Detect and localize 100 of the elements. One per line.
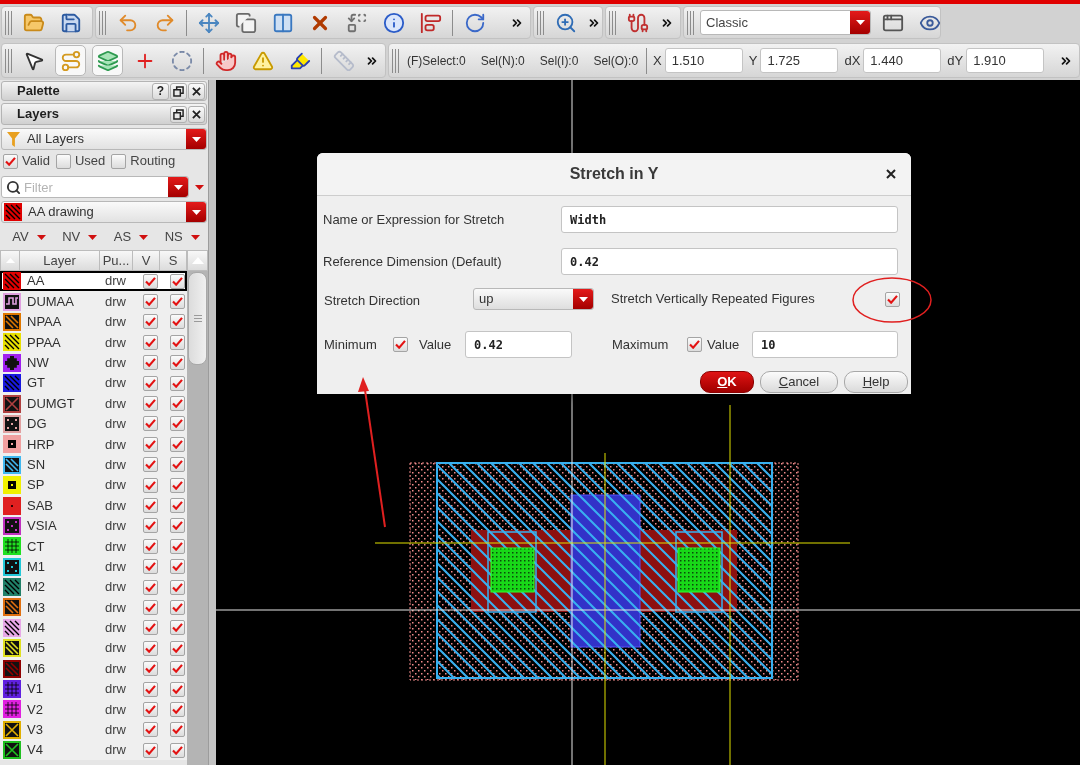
checkbox[interactable]	[55, 153, 71, 169]
layer-row[interactable]: CT drw	[0, 536, 187, 557]
float-button[interactable]	[170, 82, 187, 100]
layer-row[interactable]: GT drw	[0, 372, 187, 394]
layer-row[interactable]: M6 drw	[0, 658, 187, 679]
coordinate-field[interactable]: 1.440	[863, 48, 942, 73]
scrollbar[interactable]	[187, 250, 208, 765]
checkbox[interactable]	[170, 294, 185, 310]
checkbox[interactable]	[143, 640, 158, 656]
checkbox[interactable]	[143, 722, 158, 738]
layer-row[interactable]: NW drw	[0, 352, 187, 373]
checkbox[interactable]	[143, 396, 158, 412]
float-button[interactable]	[170, 105, 187, 123]
checkbox[interactable]	[143, 579, 158, 595]
checkbox[interactable]	[170, 396, 185, 412]
scrollbar-thumb[interactable]	[188, 272, 207, 365]
coordinate-field[interactable]: 1.510	[664, 48, 743, 73]
checkbox[interactable]	[143, 273, 158, 289]
checkbox[interactable]	[143, 457, 158, 473]
splitter-handle[interactable]	[208, 80, 216, 765]
layer-row[interactable]: HRP drw	[0, 434, 187, 455]
checkbox[interactable]	[143, 661, 158, 677]
column-header[interactable]: S	[160, 250, 187, 271]
checkbox[interactable]	[170, 477, 185, 493]
layer-row[interactable]: M1 drw	[0, 556, 187, 577]
text-field[interactable]: 0.42	[561, 248, 898, 275]
layer-row[interactable]: V1 drw	[0, 678, 187, 700]
layer-row[interactable]: V2 drw	[0, 699, 187, 720]
layer-row[interactable]: DUMGT drw	[0, 393, 187, 414]
layer-row[interactable]: VSIA drw	[0, 515, 187, 537]
workspace-dropdown[interactable]: Classic	[700, 10, 871, 35]
current-layer-dropdown[interactable]: AA drawing	[1, 201, 207, 223]
checkbox[interactable]	[143, 498, 158, 513]
layer-row[interactable]: SAB drw	[0, 495, 187, 516]
layer-toggle-button[interactable]: AV	[12, 227, 46, 247]
coordinate-field[interactable]: 1.910	[966, 48, 1045, 73]
layer-row[interactable]: DG drw	[0, 413, 187, 435]
checkbox[interactable]	[143, 416, 158, 432]
layer-row[interactable]: SN drw	[0, 454, 187, 475]
search-field[interactable]: Filter	[1, 176, 189, 198]
checkbox[interactable]	[170, 538, 185, 554]
checkbox[interactable]	[143, 742, 158, 758]
checkbox[interactable]	[170, 273, 185, 289]
checkbox[interactable]	[170, 579, 185, 595]
checkbox[interactable]	[170, 314, 185, 330]
checkbox[interactable]	[170, 701, 185, 717]
close-button[interactable]	[188, 105, 205, 123]
dialog-button[interactable]: Help	[844, 371, 908, 393]
layer-row[interactable]: M5 drw	[0, 638, 187, 659]
layer-row[interactable]: V3 drw	[0, 719, 187, 740]
checkbox[interactable]	[3, 153, 18, 169]
layer-row[interactable]: M3 drw	[0, 597, 187, 618]
layer-row[interactable]: DUMAA drw	[0, 291, 187, 312]
checkbox[interactable]	[170, 599, 185, 615]
checkbox[interactable]	[143, 518, 158, 534]
checkbox[interactable]	[170, 722, 185, 738]
checkbox[interactable]	[143, 681, 158, 697]
checkbox[interactable]	[170, 334, 185, 350]
checkbox[interactable]	[170, 436, 185, 452]
text-field[interactable]: 10	[752, 331, 898, 358]
text-field[interactable]: Width	[561, 206, 898, 233]
checkbox[interactable]	[143, 334, 158, 350]
checkbox[interactable]	[170, 355, 185, 371]
checkbox[interactable]	[143, 477, 158, 493]
checkbox[interactable]	[143, 559, 158, 575]
checkbox[interactable]	[170, 559, 185, 575]
direction-dropdown[interactable]: up	[473, 288, 594, 310]
layer-row[interactable]: NPAA drw	[0, 311, 187, 333]
layers-button[interactable]	[92, 45, 123, 76]
layer-row[interactable]: M4 drw	[0, 617, 187, 639]
layer-toggle-button[interactable]: NV	[62, 227, 98, 247]
checkbox[interactable]	[143, 314, 158, 330]
checkbox[interactable]	[143, 355, 158, 371]
checkbox[interactable]	[170, 416, 185, 432]
checkbox[interactable]	[170, 518, 185, 534]
layer-row[interactable]: SP drw	[0, 474, 187, 496]
close-button[interactable]	[188, 82, 205, 100]
checkbox[interactable]	[885, 291, 900, 307]
dialog-button[interactable]: OK	[700, 371, 754, 393]
layer-row[interactable]: M2 drw	[0, 576, 187, 598]
checkbox[interactable]	[170, 742, 185, 758]
checkbox[interactable]	[687, 337, 702, 352]
checkbox[interactable]	[143, 620, 158, 636]
checkbox[interactable]	[170, 457, 185, 473]
filter-menu-button[interactable]	[194, 182, 204, 192]
coordinate-field[interactable]: 1.725	[760, 48, 839, 73]
layer-row[interactable]: PPAA drw	[0, 332, 187, 353]
checkbox[interactable]	[393, 337, 408, 352]
layer-toggle-button[interactable]: AS	[113, 227, 149, 247]
dialog-button[interactable]: Cancel	[760, 371, 838, 393]
column-header[interactable]: Layer	[20, 250, 100, 271]
close-button[interactable]	[885, 168, 897, 180]
checkbox[interactable]	[170, 640, 185, 656]
text-field[interactable]: 0.42	[465, 331, 572, 358]
help-button[interactable]: ?	[152, 82, 169, 100]
checkbox[interactable]	[143, 701, 158, 717]
layer-row[interactable]: V4 drw	[0, 740, 187, 761]
checkbox[interactable]	[143, 538, 158, 554]
checkbox[interactable]	[143, 294, 158, 310]
checkbox[interactable]	[143, 599, 158, 615]
